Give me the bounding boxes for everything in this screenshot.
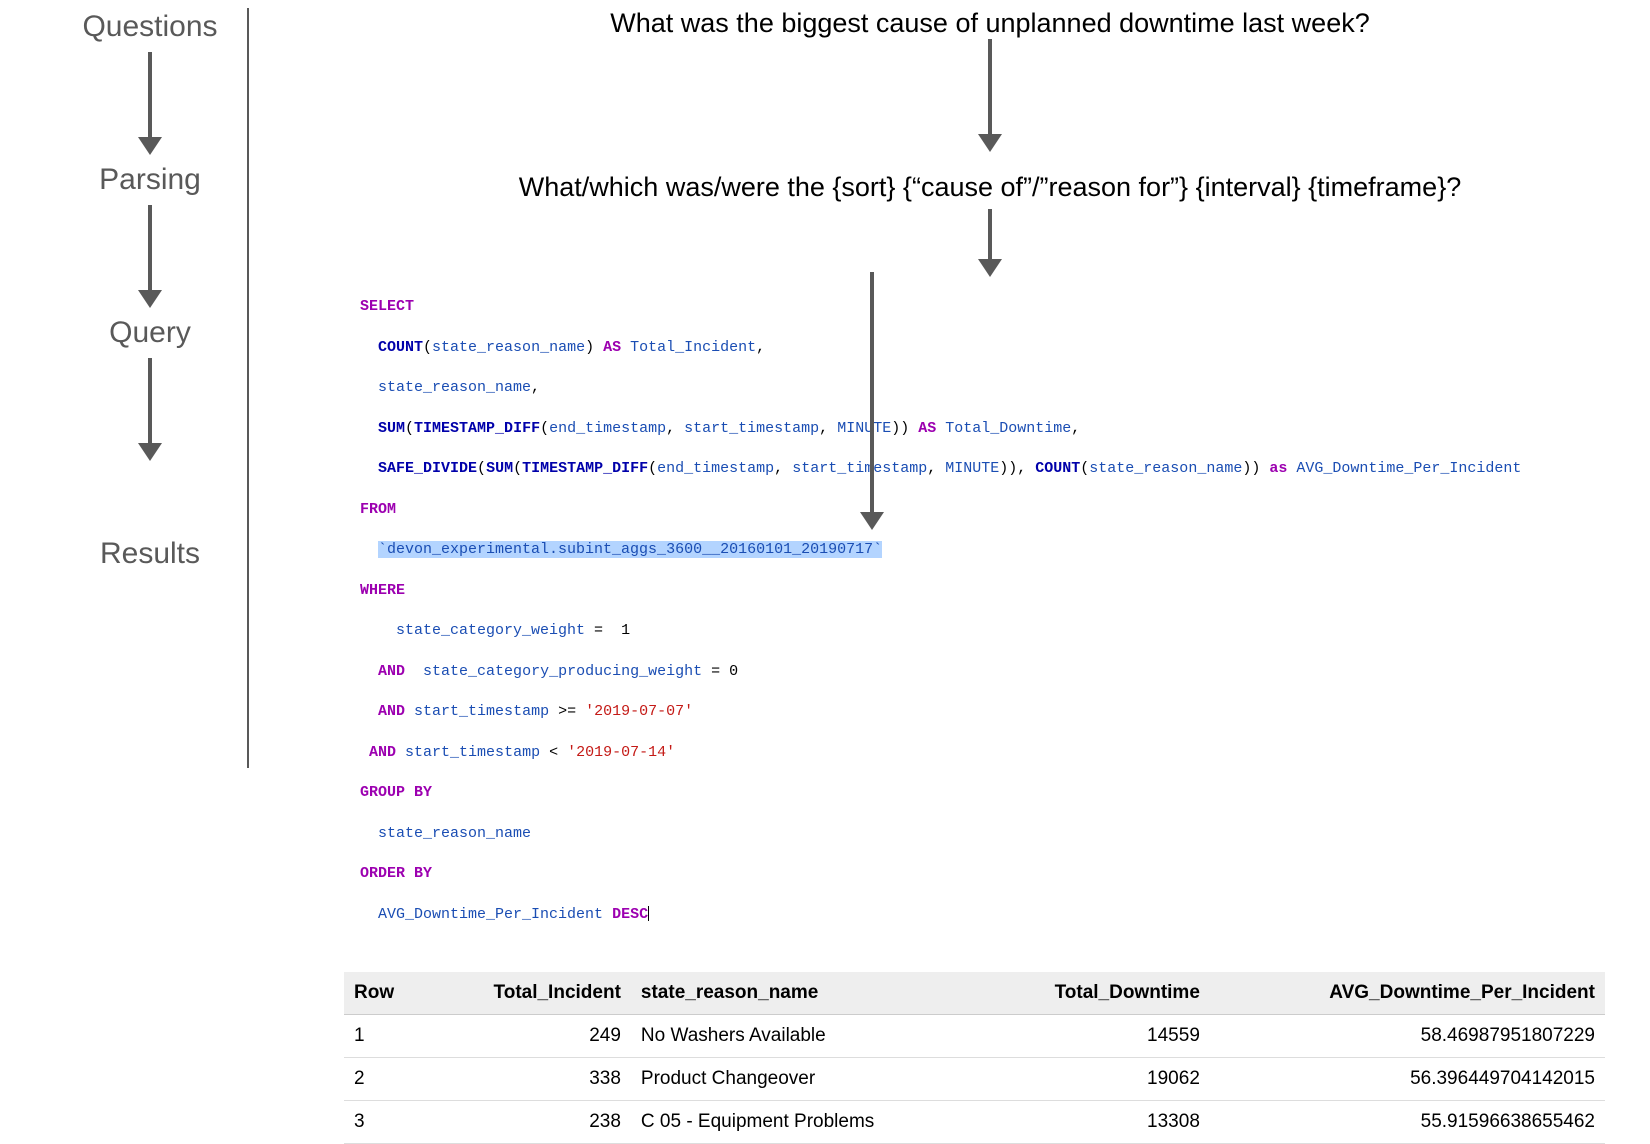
cell: 249 — [427, 1014, 631, 1057]
arrow-down-icon — [138, 358, 162, 461]
cell: Product Changeover — [631, 1057, 981, 1100]
sql-ident: state_category_weight — [396, 622, 585, 639]
sql-query: SELECT COUNT(state_reason_name) AS Total… — [360, 277, 1640, 966]
table-header-row: Row Total_Incident state_reason_name Tot… — [344, 972, 1605, 1015]
stages-column: Questions Parsing Query Results — [0, 0, 270, 776]
stage-query: Query — [109, 316, 191, 350]
sql-str: '2019-07-14' — [567, 744, 675, 761]
cell: 58.46987951807229 — [1210, 1014, 1605, 1057]
sql-func: SAFE_DIVIDE — [378, 460, 477, 477]
sql-num: 1 — [621, 622, 630, 639]
sql-keyword: DESC — [612, 906, 649, 923]
sql-ident: MINUTE — [945, 460, 999, 477]
cell: 55.91596638655462 — [1210, 1100, 1605, 1143]
sql-keyword: AND — [378, 703, 405, 720]
arrow-down-icon — [978, 209, 1002, 277]
arrow-down-icon — [138, 205, 162, 308]
arrow-down-icon — [978, 39, 1002, 152]
sql-keyword: GROUP BY — [360, 784, 432, 801]
sql-func: COUNT — [1035, 460, 1080, 477]
sql-ident: AVG_Downtime_Per_Incident — [378, 906, 603, 923]
sql-num: 0 — [729, 663, 738, 680]
col-row: Row — [344, 972, 427, 1015]
cell: 338 — [427, 1057, 631, 1100]
stage-parsing: Parsing — [99, 163, 201, 197]
col-total-downtime: Total_Downtime — [981, 972, 1210, 1015]
sql-keyword: as — [1269, 460, 1287, 477]
stage-questions: Questions — [82, 10, 217, 44]
sql-func: SUM — [378, 420, 405, 437]
sql-func: COUNT — [378, 339, 423, 356]
sql-ident: state_reason_name — [378, 379, 531, 396]
sql-ident: Total_Incident — [630, 339, 756, 356]
cell: C 05 - Equipment Problems — [631, 1100, 981, 1143]
sql-ident: end_timestamp — [549, 420, 666, 437]
col-state-reason-name: state_reason_name — [631, 972, 981, 1015]
cell: 13308 — [981, 1100, 1210, 1143]
cell: No Washers Available — [631, 1014, 981, 1057]
sql-keyword: AND — [378, 663, 405, 680]
sql-ident: start_timestamp — [414, 703, 549, 720]
sql-ident: AVG_Downtime_Per_Incident — [1296, 460, 1521, 477]
col-avg-downtime: AVG_Downtime_Per_Incident — [1210, 972, 1605, 1015]
results-table: Row Total_Incident state_reason_name Tot… — [344, 972, 1605, 1144]
sql-ident: Total_Downtime — [945, 420, 1071, 437]
arrow-down-icon — [138, 52, 162, 155]
cell: 19062 — [981, 1057, 1210, 1100]
sql-ident: state_category_producing_weight — [423, 663, 702, 680]
sql-keyword: AS — [918, 420, 936, 437]
sql-keyword: AND — [369, 744, 396, 761]
sql-table-highlighted: `devon_experimental.subint_aggs_3600__20… — [378, 541, 882, 558]
sql-ident: state_reason_name — [432, 339, 585, 356]
sql-ident: end_timestamp — [657, 460, 774, 477]
table-row: 2 338 Product Changeover 19062 56.396449… — [344, 1057, 1605, 1100]
sql-keyword: FROM — [360, 501, 396, 518]
arrow-down-icon — [860, 272, 884, 530]
sql-func: SUM — [486, 460, 513, 477]
col-total-incident: Total_Incident — [427, 972, 631, 1015]
cell: 56.396449704142015 — [1210, 1057, 1605, 1100]
sql-keyword: SELECT — [360, 298, 414, 315]
table-row: 3 238 C 05 - Equipment Problems 13308 55… — [344, 1100, 1605, 1143]
sql-keyword: AS — [603, 339, 621, 356]
sql-ident: start_timestamp — [405, 744, 540, 761]
cell: 1 — [344, 1014, 427, 1057]
cell: 3 — [344, 1100, 427, 1143]
sql-ident: state_reason_name — [378, 825, 531, 842]
parsing-template: What/which was/were the {sort} {“cause o… — [340, 172, 1640, 203]
table-row: 1 249 No Washers Available 14559 58.4698… — [344, 1014, 1605, 1057]
stage-results: Results — [100, 537, 200, 571]
sql-func: TIMESTAMP_DIFF — [414, 420, 540, 437]
cell: 238 — [427, 1100, 631, 1143]
cell: 2 — [344, 1057, 427, 1100]
sql-str: '2019-07-07' — [585, 703, 693, 720]
sql-ident: state_reason_name — [1089, 460, 1242, 477]
question-text: What was the biggest cause of unplanned … — [340, 8, 1640, 39]
cell: 14559 — [981, 1014, 1210, 1057]
sql-ident: start_timestamp — [684, 420, 819, 437]
vertical-divider — [247, 8, 249, 768]
sql-keyword: WHERE — [360, 582, 405, 599]
content-column: What was the biggest cause of unplanned … — [270, 0, 1650, 776]
sql-func: TIMESTAMP_DIFF — [522, 460, 648, 477]
sql-keyword: ORDER BY — [360, 865, 432, 882]
